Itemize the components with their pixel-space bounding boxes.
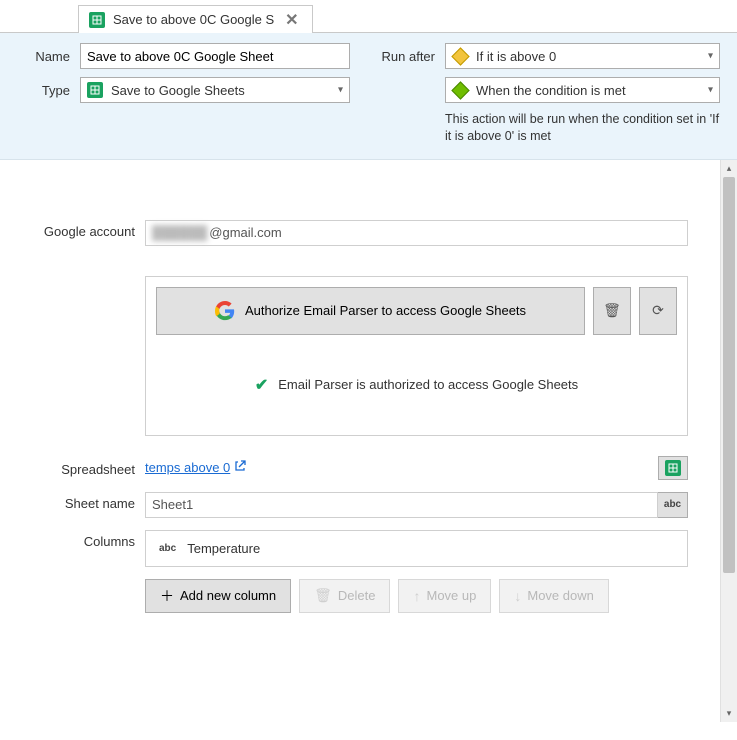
tab-active[interactable]: Save to above 0C Google S ✕	[78, 5, 313, 33]
auth-box: Authorize Email Parser to access Google …	[145, 276, 688, 436]
sheets-icon	[89, 12, 105, 28]
columns-list[interactable]: abc Temperature	[145, 530, 688, 567]
check-icon: ✔	[255, 375, 268, 395]
move-down-label: Move down	[527, 588, 593, 603]
trash-icon: 🗑	[603, 302, 621, 319]
delete-auth-button[interactable]: 🗑	[593, 287, 631, 335]
sheet-name-input[interactable]	[145, 492, 658, 518]
spreadsheet-link[interactable]: temps above 0	[145, 460, 230, 475]
trash-icon: 🗑	[314, 587, 332, 604]
top-panel: Name Run after If it is above 0 ▾ Type S…	[0, 33, 737, 160]
insert-variable-button[interactable]: abc	[658, 492, 688, 518]
chevron-down-icon: ▾	[338, 85, 343, 96]
columns-label: Columns	[0, 530, 145, 613]
run-after-label: Run after	[370, 49, 445, 64]
refresh-icon: ⟳	[652, 302, 664, 319]
authorize-label: Authorize Email Parser to access Google …	[245, 303, 526, 318]
scrollbar[interactable]: ▴ ▾	[720, 160, 737, 722]
type-label: Type	[10, 83, 80, 98]
close-icon[interactable]: ✕	[282, 10, 301, 30]
tab-bar: Save to above 0C Google S ✕	[0, 0, 737, 33]
google-icon	[215, 301, 235, 321]
plus-icon: ＋	[160, 586, 174, 606]
type-select[interactable]: Save to Google Sheets ▾	[80, 77, 350, 103]
tab-title: Save to above 0C Google S	[113, 12, 274, 27]
move-up-label: Move up	[426, 588, 476, 603]
refresh-auth-button[interactable]: ⟳	[639, 287, 677, 335]
sheet-name-label: Sheet name	[0, 492, 145, 518]
name-input[interactable]	[80, 43, 350, 69]
name-label: Name	[10, 49, 80, 64]
arrow-up-icon: ↑	[413, 588, 420, 604]
google-account-field[interactable]: ██████ @gmail.com	[145, 220, 688, 246]
authorize-button[interactable]: Authorize Email Parser to access Google …	[156, 287, 585, 335]
type-value: Save to Google Sheets	[111, 83, 245, 98]
spreadsheet-label: Spreadsheet	[0, 458, 145, 477]
move-down-button: ↓ Move down	[499, 579, 608, 613]
scroll-track[interactable]	[721, 177, 737, 705]
scroll-down-button[interactable]: ▾	[721, 705, 737, 722]
external-link-icon	[234, 460, 246, 475]
account-domain: @gmail.com	[209, 225, 281, 240]
run-after-value: If it is above 0	[476, 49, 556, 64]
arrow-down-icon: ↓	[514, 588, 521, 604]
sheets-icon	[87, 82, 103, 98]
text-type-icon: abc	[156, 541, 179, 556]
chevron-down-icon: ▾	[708, 85, 713, 96]
pick-spreadsheet-button[interactable]	[658, 456, 688, 480]
helper-text: This action will be run when the conditi…	[445, 111, 727, 145]
account-masked: ██████	[152, 225, 207, 240]
google-account-label: Google account	[0, 220, 145, 436]
content-area: Google account ██████ @gmail.com	[0, 160, 720, 722]
auth-status-text: Email Parser is authorized to access Goo…	[278, 377, 578, 392]
condition-met-icon	[452, 82, 468, 98]
chevron-down-icon: ▾	[708, 51, 713, 62]
column-item: Temperature	[187, 541, 260, 556]
auth-status: ✔ Email Parser is authorized to access G…	[156, 375, 677, 395]
scroll-up-button[interactable]: ▴	[721, 160, 737, 177]
delete-label: Delete	[338, 588, 376, 603]
move-up-button: ↑ Move up	[398, 579, 491, 613]
run-after-select[interactable]: If it is above 0 ▾	[445, 43, 720, 69]
delete-column-button: 🗑 Delete	[299, 579, 390, 613]
condition-value: When the condition is met	[476, 83, 626, 98]
condition-select[interactable]: When the condition is met ▾	[445, 77, 720, 103]
sheets-icon	[665, 460, 681, 476]
add-column-label: Add new column	[180, 588, 276, 603]
condition-icon	[452, 48, 468, 64]
scroll-thumb[interactable]	[723, 177, 735, 573]
add-column-button[interactable]: ＋ Add new column	[145, 579, 291, 613]
